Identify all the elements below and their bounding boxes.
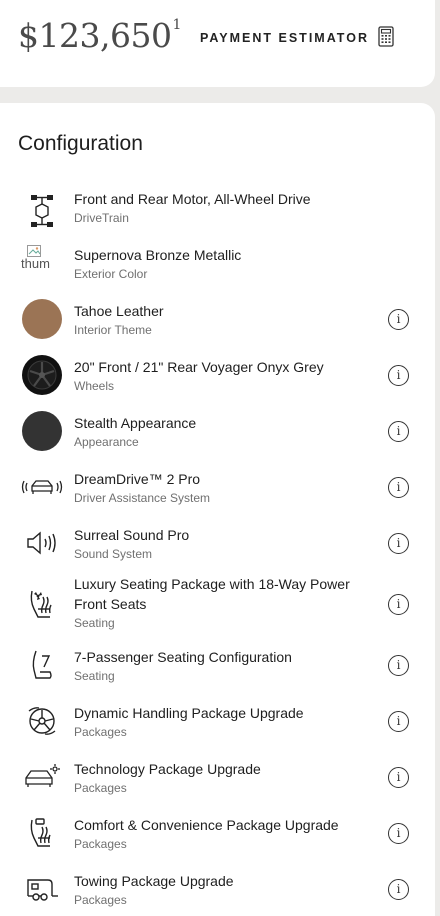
configuration-panel: Configuration Front and Rear Motor, All-… — [0, 103, 435, 916]
payment-estimator-link[interactable]: PAYMENT ESTIMATOR — [200, 31, 369, 45]
appearance-swatch — [20, 411, 64, 451]
item-label: Tahoe Leather — [74, 303, 164, 319]
info-icon[interactable]: i — [388, 594, 409, 615]
seat-fan-icon — [20, 584, 64, 624]
item-label: DreamDrive™ 2 Pro — [74, 471, 201, 487]
item-label: 7-Passenger Seating Configuration — [74, 649, 292, 665]
item-label: Luxury Seating Package with 18-Way Power… — [74, 576, 350, 612]
item-category: Packages — [74, 725, 127, 739]
info-icon[interactable]: i — [388, 309, 409, 330]
info-icon[interactable]: i — [388, 879, 409, 900]
item-category: Exterior Color — [74, 267, 148, 281]
item-category: Packages — [74, 837, 127, 851]
broken-image-alt: thum — [21, 256, 50, 271]
drivetrain-icon — [20, 191, 64, 231]
item-label: Front and Rear Motor, All-Wheel Drive — [74, 191, 311, 207]
price-footnote: 1 — [172, 17, 181, 33]
info-icon[interactable]: i — [388, 823, 409, 844]
item-category: DriveTrain — [74, 211, 129, 225]
item-category: Seating — [74, 616, 115, 630]
info-icon[interactable]: i — [388, 365, 409, 386]
car-sensor-icon — [20, 467, 64, 507]
price-value: $123,650 — [18, 16, 172, 55]
total-price: $123,6501 — [18, 16, 181, 55]
broken-image-icon: thum — [21, 245, 65, 285]
trailer-icon — [20, 869, 64, 909]
item-category: Packages — [74, 781, 127, 795]
item-category: Seating — [74, 669, 115, 683]
seat-seven-icon — [20, 645, 64, 685]
handling-wheel-icon — [20, 701, 64, 741]
item-label: Surreal Sound Pro — [74, 527, 190, 543]
item-category: Driver Assistance System — [74, 491, 211, 505]
item-label: 20" Front / 21" Rear Voyager Onyx Grey — [74, 359, 324, 375]
item-category: Wheels — [74, 379, 115, 393]
item-label: Towing Package Upgrade — [74, 873, 234, 889]
speaker-icon — [20, 523, 64, 563]
item-label: Stealth Appearance — [74, 415, 197, 431]
seat-heat-icon — [20, 813, 64, 853]
info-icon[interactable]: i — [388, 533, 409, 554]
item-label: Technology Package Upgrade — [74, 761, 261, 777]
wheel-icon — [20, 355, 64, 395]
item-category: Interior Theme — [74, 323, 152, 337]
info-icon[interactable]: i — [388, 767, 409, 788]
leather-swatch — [20, 299, 64, 339]
item-label: Supernova Bronze Metallic — [74, 247, 242, 263]
item-label: Comfort & Convenience Package Upgrade — [74, 817, 339, 833]
item-label: Dynamic Handling Package Upgrade — [74, 705, 304, 721]
info-icon[interactable]: i — [388, 711, 409, 732]
car-tech-icon — [20, 757, 64, 797]
info-icon[interactable]: i — [388, 477, 409, 498]
configuration-title: Configuration — [18, 132, 143, 155]
item-category: Sound System — [74, 547, 153, 561]
item-category: Packages — [74, 893, 127, 907]
info-icon[interactable]: i — [388, 421, 409, 442]
info-icon[interactable]: i — [388, 655, 409, 676]
item-category: Appearance — [74, 435, 139, 449]
calculator-icon[interactable] — [376, 25, 398, 49]
summary-header: $123,6501 PAYMENT ESTIMATOR — [0, 0, 435, 87]
